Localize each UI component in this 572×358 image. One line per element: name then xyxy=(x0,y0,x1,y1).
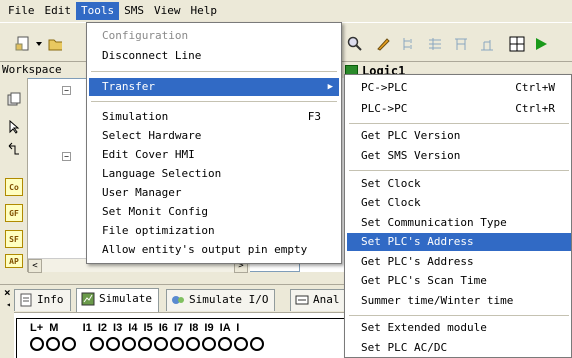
workspace-title: Workspace xyxy=(2,63,62,76)
terminal-circle[interactable] xyxy=(250,337,264,351)
menu-item-set-extended-module[interactable]: Set Extended module xyxy=(347,319,571,337)
menu-item-pc-to-plc[interactable]: PC->PLC Ctrl+W xyxy=(347,79,571,97)
tab-info[interactable]: Info xyxy=(14,289,71,311)
terminal-circle[interactable] xyxy=(170,337,184,351)
side-toolbar: Co GF SF AP xyxy=(0,78,28,272)
tree-expander-1[interactable]: − xyxy=(62,86,71,95)
pencil-icon[interactable] xyxy=(372,33,394,55)
tag-ap-icon[interactable]: AP xyxy=(5,254,23,268)
menu-item-get-plc-scan-time[interactable]: Get PLC's Scan Time xyxy=(347,272,571,290)
plc-terminals xyxy=(30,337,264,351)
pc-to-plc-label: PC->PLC xyxy=(361,81,408,94)
menu-tools[interactable]: Tools xyxy=(76,2,120,20)
transfer-submenu: PC->PLC Ctrl+W PLC->PC Ctrl+R Get PLC Ve… xyxy=(344,74,572,358)
menu-item-set-clock[interactable]: Set Clock xyxy=(347,175,571,193)
copy-icon[interactable] xyxy=(5,90,23,108)
tree-expander-2[interactable]: − xyxy=(62,152,71,161)
grid-icon[interactable] xyxy=(506,33,528,55)
menu-help[interactable]: Help xyxy=(186,2,223,20)
menu-item-file-optimization[interactable]: File optimization xyxy=(89,222,339,240)
tab-simulate[interactable]: Simulate xyxy=(76,288,159,312)
plc-terminal-labels: L+ M I1 I2 I3 I4 I5 I6 I7 I8 I9 IA I xyxy=(30,322,240,334)
menu-item-get-plc-version[interactable]: Get PLC Version xyxy=(347,127,571,145)
menu-item-edit-cover-hmi[interactable]: Edit Cover HMI xyxy=(89,146,339,164)
tab-simulate-io-label: Simulate I/O xyxy=(189,293,269,306)
tab-analog-label: Anal xyxy=(313,293,340,306)
menu-item-select-hardware[interactable]: Select Hardware xyxy=(89,127,339,145)
shortcut-f3: F3 xyxy=(307,110,321,123)
menu-item-set-plc-ac-dc[interactable]: Set PLC AC/DC xyxy=(347,339,571,357)
info-icon xyxy=(20,293,32,307)
pin-arrow-icon[interactable]: ◂ xyxy=(6,300,11,309)
menu-file[interactable]: File xyxy=(3,2,40,20)
menu-item-transfer-label: Transfer xyxy=(102,80,155,93)
tab-simulate-label: Simulate xyxy=(99,292,152,305)
pointer-icon[interactable] xyxy=(5,118,23,136)
terminal-circle[interactable] xyxy=(218,337,232,351)
tool-a-icon[interactable] xyxy=(398,33,420,55)
menu-edit[interactable]: Edit xyxy=(40,2,77,20)
terminal-circle[interactable] xyxy=(154,337,168,351)
tag-sf-icon[interactable]: SF xyxy=(5,230,23,248)
tag-co-icon[interactable]: Co xyxy=(5,178,23,196)
close-icon[interactable]: × xyxy=(4,286,11,299)
menu-item-allow-empty-output-pin[interactable]: Allow entity's output pin empty xyxy=(89,241,339,259)
simulate-icon xyxy=(81,292,95,306)
menu-item-language-selection[interactable]: Language Selection xyxy=(89,165,339,183)
menu-item-user-manager[interactable]: User Manager xyxy=(89,184,339,202)
menu-item-set-monit-config[interactable]: Set Monit Config xyxy=(89,203,339,221)
menu-item-get-plc-address[interactable]: Get PLC's Address xyxy=(347,253,571,271)
plc-to-pc-label: PLC->PC xyxy=(361,102,408,115)
menu-bar: File Edit Tools SMS View Help xyxy=(0,0,572,22)
menu-item-configuration: Configuration xyxy=(102,29,189,42)
simulate-io-icon xyxy=(172,296,184,304)
terminal-circle[interactable] xyxy=(122,337,136,351)
tab-analog[interactable]: Anal xyxy=(290,289,348,311)
menu-view[interactable]: View xyxy=(149,2,186,20)
terminal-circle[interactable] xyxy=(234,337,248,351)
shortcut-ctrl-r: Ctrl+R xyxy=(515,102,555,115)
menu-item-simulation[interactable]: Simulation F3 xyxy=(89,108,339,126)
open-folder-icon[interactable] xyxy=(48,33,62,55)
scroll-left-icon[interactable]: < xyxy=(28,259,42,273)
wire-icon[interactable] xyxy=(5,140,23,158)
tab-simulate-io[interactable]: Simulate I/O xyxy=(166,289,276,311)
tools-menu: Configuration Disconnect Line Transfer ▶… xyxy=(86,22,342,264)
menu-item-set-communication-type[interactable]: Set Communication Type xyxy=(347,214,571,232)
new-file-icon[interactable] xyxy=(12,33,34,55)
terminal-circle[interactable] xyxy=(186,337,200,351)
terminal-circle[interactable] xyxy=(106,337,120,351)
tab-info-label: Info xyxy=(37,293,64,306)
menu-item-transfer[interactable]: Transfer ▶ xyxy=(89,78,339,96)
menu-item-disconnect-line[interactable]: Disconnect Line xyxy=(89,47,339,65)
terminal-circle[interactable] xyxy=(202,337,216,351)
submenu-arrow-icon: ▶ xyxy=(327,82,333,92)
zoom-icon[interactable] xyxy=(344,33,366,55)
menu-item-set-plc-address[interactable]: Set PLC's Address xyxy=(347,233,571,251)
tool-d-icon[interactable] xyxy=(476,33,498,55)
terminal-circle[interactable] xyxy=(62,337,76,351)
run-icon[interactable] xyxy=(530,33,552,55)
tool-c-icon[interactable] xyxy=(450,33,472,55)
menu-sms[interactable]: SMS xyxy=(119,2,149,20)
menu-item-get-sms-version[interactable]: Get SMS Version xyxy=(347,147,571,165)
shortcut-ctrl-w: Ctrl+W xyxy=(515,81,555,94)
menu-item-simulation-label: Simulation xyxy=(102,110,169,123)
analog-icon xyxy=(295,295,309,305)
tool-b-icon[interactable] xyxy=(424,33,446,55)
tag-gf-icon[interactable]: GF xyxy=(5,204,23,222)
dropdown-arrow-icon[interactable] xyxy=(34,33,44,55)
menu-item-get-clock[interactable]: Get Clock xyxy=(347,194,571,212)
terminal-circle[interactable] xyxy=(30,337,44,351)
terminal-circle[interactable] xyxy=(46,337,60,351)
terminal-circle[interactable] xyxy=(138,337,152,351)
menu-item-plc-to-pc[interactable]: PLC->PC Ctrl+R xyxy=(347,100,571,118)
menu-item-summer-winter-time[interactable]: Summer time/Winter time xyxy=(347,292,571,310)
terminal-circle[interactable] xyxy=(90,337,104,351)
